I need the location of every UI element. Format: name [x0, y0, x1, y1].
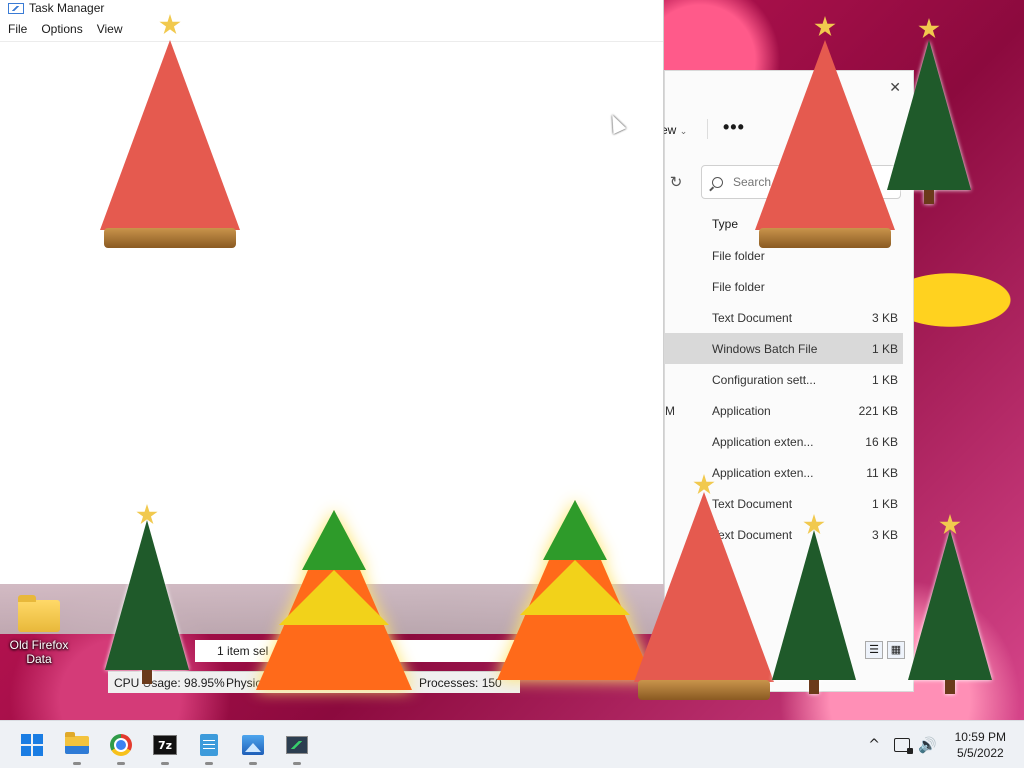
menu-options[interactable]: Options	[41, 22, 82, 36]
row-type: Application exten...	[712, 434, 814, 449]
row-type: File folder	[712, 248, 765, 263]
menu-file[interactable]: File	[8, 22, 27, 36]
taskbar-task-manager[interactable]	[281, 729, 313, 765]
row-size: 3 KB	[871, 527, 898, 542]
task-manager-icon	[8, 2, 24, 14]
red-christmas-tree-decoration	[634, 492, 774, 700]
task-manager-icon	[286, 736, 308, 754]
row-type: Windows Batch File	[712, 341, 818, 356]
clock-time: 10:59 PM	[954, 730, 1006, 744]
process-count-text: Processes: 150	[419, 675, 502, 690]
running-indicator	[117, 762, 125, 765]
file-row[interactable]: File folder	[665, 271, 913, 302]
christmas-tree-decoration	[908, 530, 992, 694]
row-type: Application	[712, 403, 771, 418]
more-options-button[interactable]: •••	[723, 117, 745, 138]
menu-bar: File Options View	[0, 16, 663, 42]
chevron-down-icon: ⌄	[679, 126, 688, 136]
taskbar-photos[interactable]	[237, 729, 269, 765]
search-icon	[712, 176, 723, 188]
file-row[interactable]: Configuration sett... 1 KB	[665, 364, 913, 395]
notepad-icon	[200, 734, 218, 756]
running-indicator	[293, 762, 301, 765]
start-button[interactable]	[16, 729, 48, 761]
view-menu-button[interactable]: ew ⌄	[661, 123, 687, 137]
clock-date: 5/5/2022	[956, 746, 1004, 760]
running-indicator	[205, 762, 213, 765]
red-christmas-tree-decoration	[755, 40, 895, 248]
photos-icon	[242, 735, 264, 755]
folder-icon	[65, 732, 89, 754]
taskbar: 7z ^ 🔊 10:59 PM 5/5/2022	[0, 720, 1024, 768]
row-type: Text Document	[712, 310, 793, 325]
volume-icon[interactable]: 🔊	[918, 736, 937, 754]
view-toggle-group: ☰ ▦	[865, 641, 905, 659]
row-type: File folder	[712, 279, 765, 294]
details-view-icon[interactable]: ☰	[865, 641, 883, 659]
menu-view[interactable]: View	[97, 22, 123, 36]
desktop-icon-old-firefox-data[interactable]: Old Firefox Data	[8, 595, 70, 666]
windows-start-icon	[21, 734, 43, 756]
row-size: 3 KB	[871, 310, 898, 325]
taskbar-7zip[interactable]: 7z	[149, 729, 181, 765]
christmas-tree-decoration	[105, 520, 189, 684]
file-row-selected[interactable]: Windows Batch File 1 KB	[665, 333, 903, 364]
row-type: Configuration sett...	[712, 372, 817, 387]
star-icon	[918, 18, 940, 39]
running-indicator	[161, 762, 169, 765]
refresh-icon[interactable]: ↻	[665, 169, 687, 195]
row-size: 11 KB	[866, 465, 898, 480]
tiles-view-icon[interactable]: ▦	[887, 641, 905, 659]
row-size: 221 KB	[858, 403, 898, 418]
folder-icon	[18, 595, 60, 632]
row-size: 1 KB	[871, 372, 898, 387]
column-header-type[interactable]: Type	[712, 217, 738, 231]
christmas-tree-decoration	[772, 530, 856, 694]
desktop-wallpaper: ✕ ew ⌄ ••• ↻ Type Size File folder File …	[0, 0, 1024, 720]
file-row[interactable]: M Application 221 KB	[665, 395, 913, 426]
red-christmas-tree-decoration	[100, 40, 240, 248]
title-bar[interactable]: Task Manager	[0, 0, 663, 16]
mouse-cursor-icon	[605, 111, 627, 135]
row-name-fragment: M	[665, 403, 675, 418]
row-size: 16 KB	[865, 434, 898, 449]
system-tray: ^ 🔊 10:59 PM 5/5/2022	[868, 721, 1024, 768]
star-icon	[814, 16, 836, 37]
spiral-tree-decoration	[256, 510, 412, 690]
cpu-usage-text: CPU Usage: 98.95%	[114, 675, 225, 690]
show-hidden-icons-chevron-icon[interactable]: ^	[868, 737, 880, 753]
file-row[interactable]: Text Document 3 KB	[665, 302, 913, 333]
sevenzip-icon: 7z	[153, 735, 177, 755]
toolbar-divider	[707, 119, 708, 139]
running-indicator	[73, 762, 81, 765]
running-indicator	[249, 762, 257, 765]
taskbar-file-explorer[interactable]	[61, 729, 93, 765]
christmas-tree-decoration	[887, 40, 971, 204]
window-title: Task Manager	[29, 1, 105, 15]
file-row[interactable]: Application exten... 16 KB	[665, 426, 913, 457]
spiral-tree-decoration	[497, 500, 653, 680]
row-size: 1 KB	[871, 341, 898, 356]
taskbar-notepad[interactable]	[193, 729, 225, 765]
desktop-icon-label: Old Firefox Data	[9, 638, 69, 666]
row-size: 1 KB	[871, 496, 898, 511]
clock[interactable]: 10:59 PM 5/5/2022	[955, 729, 1006, 761]
chrome-icon	[110, 734, 132, 756]
taskbar-chrome[interactable]	[105, 729, 137, 765]
row-type: Application exten...	[712, 465, 814, 480]
network-icon[interactable]	[893, 738, 913, 754]
